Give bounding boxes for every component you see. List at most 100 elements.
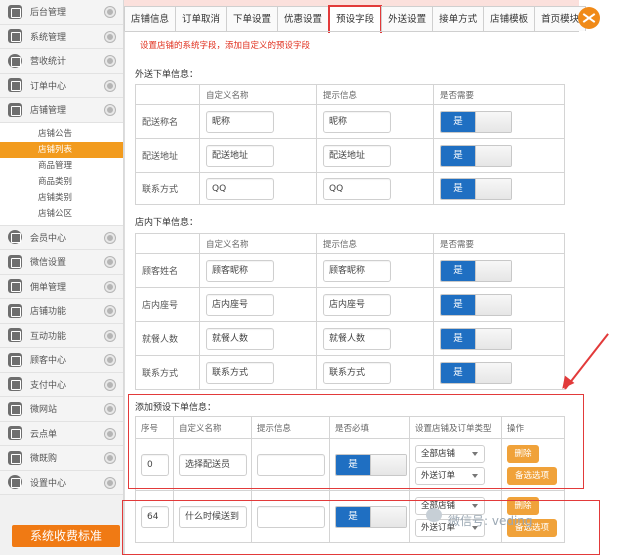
plus-icon bbox=[8, 303, 22, 318]
wechat-icon bbox=[8, 254, 22, 269]
col-tip: 提示信息 bbox=[316, 233, 434, 254]
settings-icon bbox=[8, 475, 22, 490]
required-toggle[interactable]: 是 bbox=[440, 177, 512, 200]
gear-icon bbox=[105, 281, 115, 292]
plus-icon bbox=[8, 328, 22, 343]
sidebar-subitem-products[interactable]: 商品管理 bbox=[0, 158, 123, 174]
tip-input[interactable]: 联系方式 bbox=[323, 361, 391, 384]
delivery-table: 自定义名称 提示信息 是否需要 配送称名 昵称 昵称 是 配送地址 配送地址 配… bbox=[135, 84, 565, 205]
clock-icon bbox=[8, 53, 22, 68]
pricing-button[interactable]: 系统收费标准 bbox=[12, 525, 120, 547]
custom-name-input[interactable]: 配送地址 bbox=[206, 144, 274, 167]
custom-name-input[interactable]: 就餐人数 bbox=[206, 327, 274, 350]
tab-delivery-settings[interactable]: 外送设置 bbox=[381, 6, 434, 31]
required-toggle[interactable]: 是 bbox=[440, 293, 512, 316]
col-required: 是否需要 bbox=[433, 84, 565, 105]
gear-icon bbox=[105, 80, 115, 91]
site-icon bbox=[8, 401, 22, 416]
custom-name-input[interactable]: 顾客昵称 bbox=[206, 259, 274, 282]
dinein-section-title: 店内下单信息： bbox=[135, 218, 199, 228]
sidebar-subitem-notice[interactable]: 店铺公告 bbox=[0, 126, 123, 142]
hint-text: 设置店铺的系统字段，添加自定义的预设字段 bbox=[140, 41, 311, 51]
sidebar-item-cloud-order[interactable]: 云点单 bbox=[0, 421, 123, 446]
tip-input[interactable]: 店内座号 bbox=[323, 293, 391, 316]
required-toggle[interactable]: 是 bbox=[440, 327, 512, 350]
gear-icon bbox=[105, 31, 115, 42]
table-row: 联系方式 QQ QQ 是 bbox=[135, 172, 565, 205]
order-icon bbox=[8, 279, 22, 294]
grid-icon bbox=[8, 29, 22, 44]
col-custom-name: 自定义名称 bbox=[199, 233, 317, 254]
grid-icon bbox=[8, 4, 22, 19]
tip-input[interactable]: 就餐人数 bbox=[323, 327, 391, 350]
table-row: 联系方式 联系方式 联系方式 是 bbox=[135, 355, 565, 390]
tip-input[interactable]: 顾客昵称 bbox=[323, 259, 391, 282]
required-toggle[interactable]: 是 bbox=[440, 144, 512, 167]
sidebar-item-order-manage[interactable]: 佣单管理 bbox=[0, 274, 123, 299]
sidebar-item-admin[interactable]: 后台管理 bbox=[0, 0, 123, 25]
table-row: 就餐人数 就餐人数 就餐人数 是 bbox=[135, 321, 565, 356]
col-tip: 提示信息 bbox=[316, 84, 434, 105]
cloud-icon bbox=[8, 426, 22, 441]
sidebar-item-orders[interactable]: 订单中心 bbox=[0, 73, 123, 98]
required-toggle[interactable]: 是 bbox=[440, 259, 512, 282]
sidebar-item-payment[interactable]: 支付中心 bbox=[0, 372, 123, 397]
gear-icon bbox=[105, 477, 115, 488]
table-row: 店内座号 店内座号 店内座号 是 bbox=[135, 287, 565, 322]
sidebar-item-settings[interactable]: 设置中心 bbox=[0, 470, 123, 495]
tab-preset-fields[interactable]: 预设字段 bbox=[328, 5, 383, 33]
tip-input[interactable]: QQ bbox=[323, 177, 391, 200]
pay-icon bbox=[8, 377, 22, 392]
tools-icon[interactable] bbox=[578, 7, 600, 29]
store-icon bbox=[8, 102, 22, 117]
gear-icon bbox=[105, 355, 115, 365]
tab-accept-method[interactable]: 接单方式 bbox=[432, 6, 485, 31]
order-icon bbox=[8, 78, 22, 93]
custom-name-input[interactable]: 店内座号 bbox=[206, 293, 274, 316]
required-toggle[interactable]: 是 bbox=[440, 361, 512, 384]
customer-icon bbox=[8, 352, 22, 367]
tip-input[interactable]: 配送地址 bbox=[323, 144, 391, 167]
cart-icon bbox=[8, 450, 22, 465]
sidebar-item-store[interactable]: 店铺管理 bbox=[0, 98, 123, 123]
sidebar-item-customer[interactable]: 顾客中心 bbox=[0, 348, 123, 373]
tab-order-settings[interactable]: 下单设置 bbox=[226, 6, 279, 31]
tab-store-template[interactable]: 店铺模板 bbox=[483, 6, 536, 31]
highlight-frame-preset bbox=[128, 394, 584, 489]
custom-name-input[interactable]: 昵称 bbox=[206, 110, 274, 133]
sidebar-item-micro-site[interactable]: 微网站 bbox=[0, 397, 123, 422]
tab-store-info[interactable]: 店铺信息 bbox=[124, 6, 177, 31]
sidebar-subitem-store-zones[interactable]: 店铺公区 bbox=[0, 206, 123, 222]
sidebar-item-micro-shop[interactable]: 微既购 bbox=[0, 446, 123, 471]
table-row: 顾客姓名 顾客昵称 顾客昵称 是 bbox=[135, 253, 565, 288]
custom-name-input[interactable]: 联系方式 bbox=[206, 361, 274, 384]
wechat-icon bbox=[426, 508, 442, 522]
sidebar-item-interactive[interactable]: 互动功能 bbox=[0, 323, 123, 348]
col-custom-name: 自定义名称 bbox=[199, 84, 317, 105]
sidebar-item-system[interactable]: 系统管理 bbox=[0, 24, 123, 49]
sidebar-item-wechat[interactable]: 微信设置 bbox=[0, 250, 123, 275]
required-toggle[interactable]: 是 bbox=[440, 110, 512, 133]
gear-icon bbox=[105, 330, 115, 341]
gear-icon bbox=[105, 404, 115, 414]
table-row: 配送地址 配送地址 配送地址 是 bbox=[135, 138, 565, 173]
sidebar-subitem-store-list[interactable]: 店铺列表 bbox=[0, 141, 123, 158]
sidebar-item-store-features[interactable]: 店铺功能 bbox=[0, 299, 123, 324]
sidebar-subitem-product-categories[interactable]: 商品类别 bbox=[0, 174, 123, 190]
gear-icon bbox=[105, 232, 115, 243]
delivery-section-title: 外送下单信息： bbox=[135, 70, 199, 80]
table-row: 配送称名 昵称 昵称 是 bbox=[135, 104, 565, 139]
sidebar-item-revenue[interactable]: 营收统计 bbox=[0, 49, 123, 74]
tab-order-cancel[interactable]: 订单取消 bbox=[175, 6, 228, 31]
gear-icon bbox=[105, 428, 115, 439]
sidebar-submenu-store: 店铺公告 店铺列表 商品管理 商品类别 店铺类别 店铺公区 bbox=[0, 122, 123, 226]
gear-icon bbox=[105, 306, 115, 316]
gear-icon bbox=[105, 379, 115, 390]
gear-icon bbox=[105, 7, 115, 17]
sidebar-subitem-store-categories[interactable]: 店铺类别 bbox=[0, 190, 123, 206]
custom-name-input[interactable]: QQ bbox=[206, 177, 274, 200]
dinein-table: 自定义名称 提示信息 是否需要 顾客姓名 顾客昵称 顾客昵称 是 店内座号 店内… bbox=[135, 233, 565, 390]
sidebar-item-member[interactable]: 会员中心 bbox=[0, 225, 123, 250]
tip-input[interactable]: 昵称 bbox=[323, 110, 391, 133]
tab-discount-settings[interactable]: 优惠设置 bbox=[277, 6, 330, 31]
